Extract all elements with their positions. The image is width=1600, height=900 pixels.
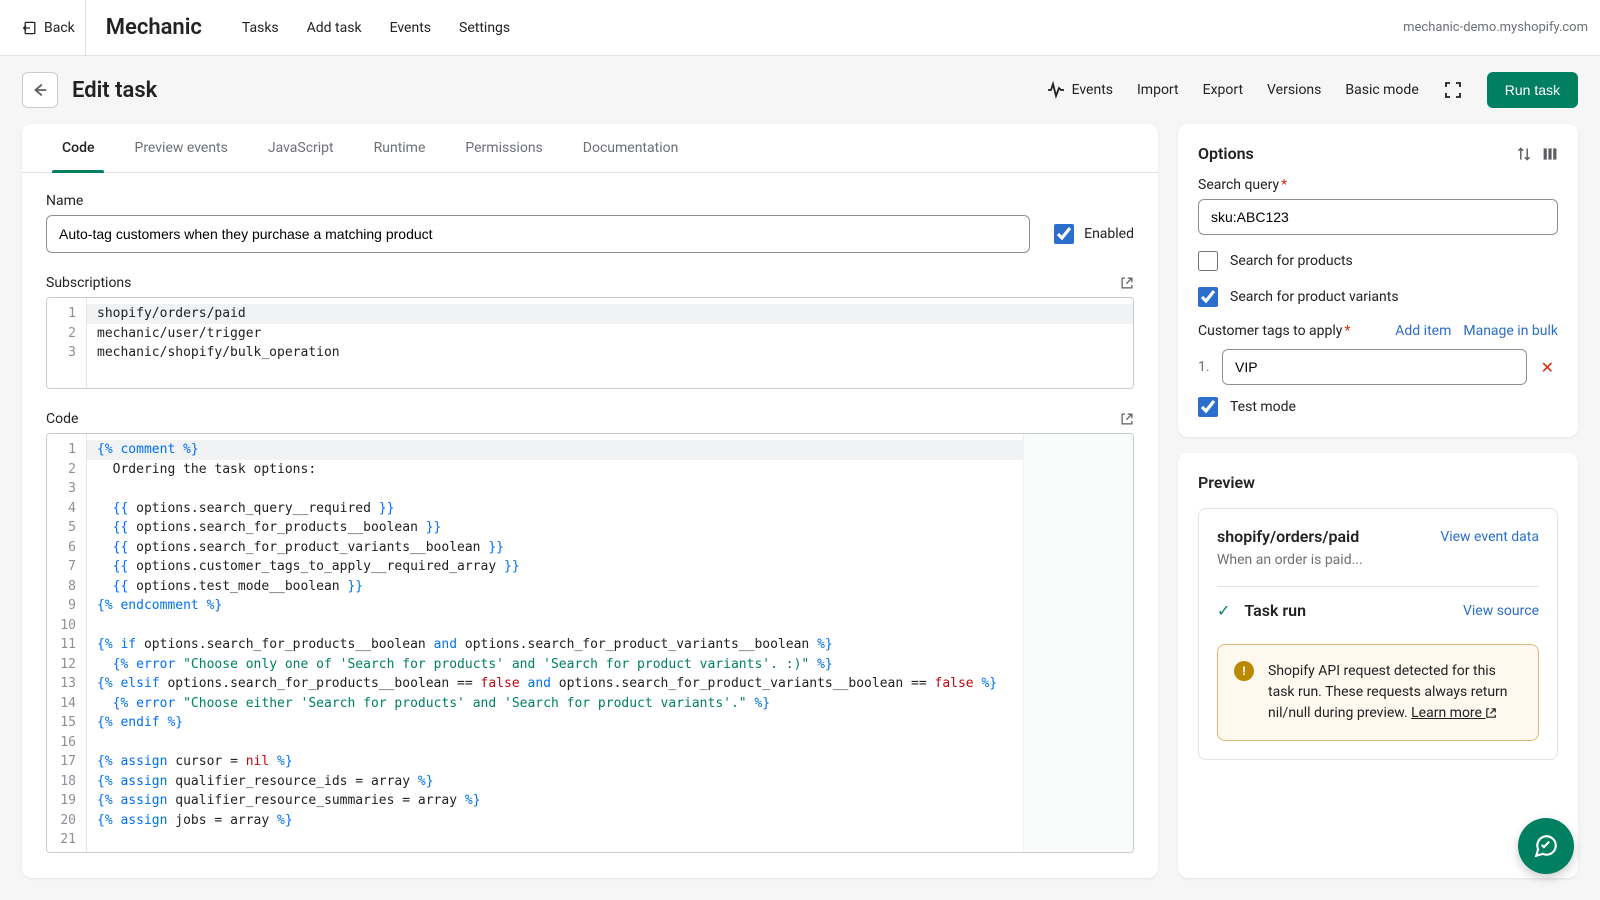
chat-fab[interactable]	[1518, 818, 1574, 874]
tab-javascript[interactable]: JavaScript	[248, 124, 354, 172]
tab-permissions[interactable]: Permissions	[445, 124, 562, 172]
test-mode-label: Test mode	[1230, 399, 1296, 415]
activity-icon	[1046, 80, 1066, 100]
page-title: Edit task	[72, 78, 157, 103]
brand-title: Mechanic	[106, 15, 202, 40]
top-nav: Tasks Add task Events Settings	[242, 20, 510, 36]
task-run-label: Task run	[1244, 601, 1449, 620]
search-products-label: Search for products	[1230, 253, 1353, 269]
event-title: shopify/orders/paid	[1217, 527, 1359, 546]
basic-mode-link[interactable]: Basic mode	[1345, 82, 1418, 98]
arrow-left-icon	[31, 81, 49, 99]
exit-icon	[22, 20, 38, 36]
remove-tag-button[interactable]: ✕	[1537, 354, 1558, 381]
subscriptions-editor[interactable]: 123 shopify/orders/paidmechanic/user/tri…	[46, 297, 1134, 389]
tab-runtime[interactable]: Runtime	[354, 124, 446, 172]
options-title: Options	[1198, 144, 1254, 163]
popout-icon[interactable]	[1120, 276, 1134, 290]
warning-icon: !	[1234, 661, 1254, 681]
code-minimap[interactable]	[1023, 434, 1133, 852]
tab-preview-events[interactable]: Preview events	[114, 124, 247, 172]
versions-link[interactable]: Versions	[1267, 82, 1321, 98]
preview-title: Preview	[1198, 473, 1558, 492]
events-link[interactable]: Events	[1046, 80, 1113, 100]
search-query-label: Search query	[1198, 177, 1279, 193]
preview-card: Preview shopify/orders/paid View event d…	[1178, 453, 1578, 878]
code-label: Code	[46, 411, 78, 427]
enabled-label: Enabled	[1084, 226, 1134, 242]
subscriptions-label: Subscriptions	[46, 275, 131, 291]
nav-events[interactable]: Events	[390, 20, 431, 36]
name-label: Name	[46, 193, 1134, 209]
code-editor[interactable]: 123456789101112131415161718192021222324 …	[46, 433, 1134, 853]
search-variants-checkbox[interactable]	[1198, 287, 1218, 307]
back-label: Back	[44, 20, 75, 36]
main-panel: Code Preview events JavaScript Runtime P…	[22, 124, 1158, 878]
name-input[interactable]	[46, 215, 1030, 253]
options-card: Options Search query* Search for product…	[1178, 124, 1578, 437]
learn-more-link[interactable]: Learn more	[1411, 705, 1497, 721]
event-box: shopify/orders/paid View event data When…	[1198, 508, 1558, 760]
nav-add-task[interactable]: Add task	[307, 20, 362, 36]
fullscreen-button[interactable]	[1443, 80, 1463, 100]
run-task-button[interactable]: Run task	[1487, 72, 1578, 108]
external-link-icon	[1485, 707, 1497, 719]
popout-icon[interactable]	[1120, 412, 1134, 426]
topbar: Back Mechanic Tasks Add task Events Sett…	[0, 0, 1600, 56]
nav-tasks[interactable]: Tasks	[242, 20, 279, 36]
page-header: Edit task Events Import Export Versions …	[0, 56, 1600, 124]
header-actions: Events Import Export Versions Basic mode…	[1046, 72, 1578, 108]
manage-bulk-link[interactable]: Manage in bulk	[1463, 323, 1558, 339]
sort-icon[interactable]	[1516, 146, 1532, 162]
view-event-data-link[interactable]: View event data	[1440, 529, 1539, 545]
warning-banner: ! Shopify API request detected for this …	[1217, 644, 1539, 741]
shop-url: mechanic-demo.myshopify.com	[1403, 20, 1588, 35]
import-link[interactable]: Import	[1137, 82, 1179, 98]
tab-code[interactable]: Code	[42, 124, 114, 172]
fullscreen-icon	[1443, 80, 1463, 100]
search-variants-label: Search for product variants	[1230, 289, 1399, 305]
view-source-link[interactable]: View source	[1463, 603, 1539, 619]
tag-input[interactable]	[1222, 349, 1527, 385]
search-products-checkbox[interactable]	[1198, 251, 1218, 271]
customer-tags-label: Customer tags to apply	[1198, 323, 1342, 339]
add-item-link[interactable]: Add item	[1395, 323, 1451, 339]
columns-icon[interactable]	[1542, 146, 1558, 162]
search-query-input[interactable]	[1198, 199, 1558, 235]
export-link[interactable]: Export	[1203, 82, 1243, 98]
event-subtitle: When an order is paid...	[1217, 552, 1539, 568]
chat-icon	[1533, 833, 1559, 859]
editor-tabs: Code Preview events JavaScript Runtime P…	[22, 124, 1158, 173]
back-button[interactable]: Back	[12, 0, 86, 56]
enabled-checkbox[interactable]	[1054, 224, 1074, 244]
test-mode-checkbox[interactable]	[1198, 397, 1218, 417]
back-arrow-button[interactable]	[22, 72, 58, 108]
nav-settings[interactable]: Settings	[459, 20, 510, 36]
tag-index: 1.	[1198, 359, 1212, 375]
tab-documentation[interactable]: Documentation	[563, 124, 699, 172]
check-icon: ✓	[1217, 601, 1230, 620]
